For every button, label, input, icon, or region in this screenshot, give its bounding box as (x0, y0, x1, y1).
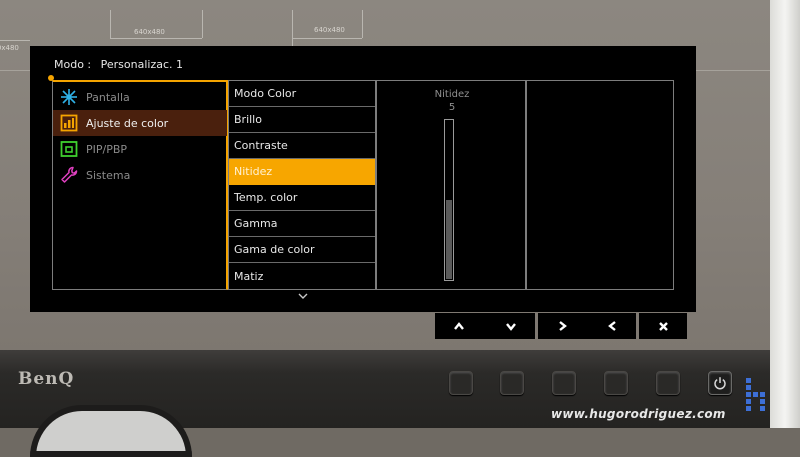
menu-item-sistema[interactable]: Sistema (53, 162, 227, 188)
submenu-item-matiz[interactable]: Matiz (229, 263, 375, 289)
osd-menu: Modo : Personalizac. 1 Pantalla Ajuste d… (30, 46, 696, 312)
menu-item-label: PIP/PBP (86, 142, 128, 156)
left-key[interactable] (588, 313, 636, 339)
submenu-item-gamma[interactable]: Gamma (229, 211, 375, 237)
chevron-up-icon (454, 321, 464, 330)
hardware-button-3[interactable] (552, 371, 576, 395)
brand-logo: BenQ (18, 369, 75, 389)
menu-item-label: Sistema (86, 168, 131, 182)
pip-icon (60, 140, 78, 158)
hardware-button-5[interactable] (656, 371, 680, 395)
osd-keybar-left (435, 313, 535, 339)
down-key[interactable] (487, 313, 535, 339)
monitor-bezel-right (770, 0, 800, 428)
monitor-stand (30, 405, 192, 457)
value-column: Nitidez 5 (376, 80, 526, 290)
mode-label: Modo : (54, 58, 92, 71)
mode-indicator: Modo : Personalizac. 1 (54, 58, 183, 71)
menu-item-pantalla[interactable]: Pantalla (53, 84, 227, 110)
chevron-right-icon (558, 321, 567, 331)
submenu-item-brillo[interactable]: Brillo (229, 107, 375, 133)
hardware-button-4[interactable] (604, 371, 628, 395)
submenu-item-nitidez[interactable]: Nitidez (229, 159, 375, 185)
right-key[interactable] (538, 313, 586, 339)
slider-fill (446, 200, 452, 279)
submenu-item-modo-color[interactable]: Modo Color (229, 81, 375, 107)
submenu-item-temp-color[interactable]: Temp. color (229, 185, 375, 211)
chevron-down-icon (506, 322, 516, 331)
resolution-label: 640x480 (0, 44, 19, 52)
submenu-column: Modo Color Brillo Contraste Nitidez Temp… (228, 80, 376, 290)
sharpness-slider[interactable] (444, 119, 454, 281)
value-number: 5 (448, 102, 456, 113)
color-adjust-icon (60, 114, 78, 132)
snowflake-display-icon (60, 88, 78, 106)
watermark-text: www.hugorodriguez.com (551, 407, 726, 421)
power-button[interactable] (708, 371, 732, 395)
wrench-icon (60, 166, 78, 184)
menu-item-ajuste-de-color[interactable]: Ajuste de color (53, 110, 227, 136)
hardware-button-2[interactable] (500, 371, 524, 395)
chevron-left-icon (607, 321, 616, 331)
resolution-label: 640x480 (134, 28, 165, 36)
empty-column (526, 80, 674, 290)
main-menu-column: Pantalla Ajuste de color PIP/PBP Sistema (52, 80, 228, 290)
submenu-item-gama-de-color[interactable]: Gama de color (229, 237, 375, 263)
menu-item-pip-pbp[interactable]: PIP/PBP (53, 136, 227, 162)
close-key[interactable] (639, 313, 687, 339)
value-title: Nitidez 5 (377, 88, 527, 114)
hardware-button-1[interactable] (449, 371, 473, 395)
power-icon (714, 377, 726, 390)
resolution-label: 640x480 (314, 26, 345, 34)
up-key[interactable] (435, 313, 483, 339)
watermark-logo-icon (746, 378, 765, 411)
menu-item-label: Pantalla (86, 90, 130, 104)
mode-value: Personalizac. 1 (100, 58, 184, 71)
submenu-item-contraste[interactable]: Contraste (229, 133, 375, 159)
close-icon (658, 321, 668, 331)
osd-keybar-right (639, 313, 687, 339)
value-title-label: Nitidez (434, 89, 470, 100)
menu-item-label: Ajuste de color (86, 116, 169, 130)
scroll-down-indicator-icon (298, 293, 308, 299)
osd-keybar-middle (538, 313, 636, 339)
